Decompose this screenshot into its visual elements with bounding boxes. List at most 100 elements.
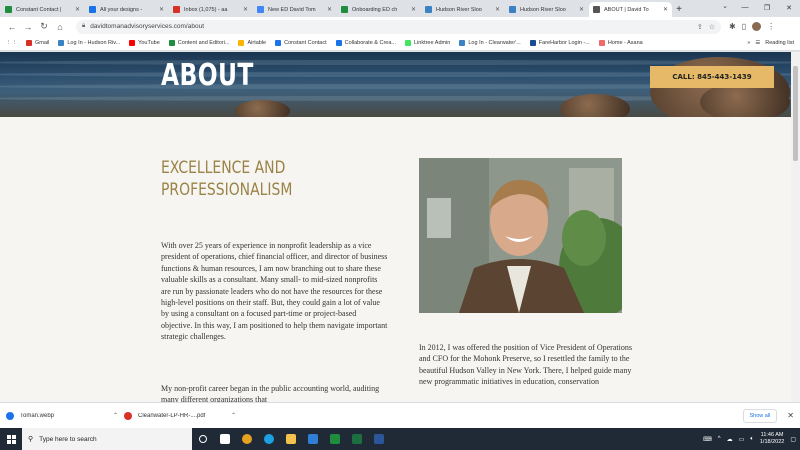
browser-tab[interactable]: All your designs - ✕: [85, 2, 168, 17]
extensions-icon[interactable]: ✱: [729, 22, 736, 31]
tab-close-icon[interactable]: ✕: [75, 6, 80, 13]
taskbar-search-placeholder: Type here to search: [39, 435, 97, 443]
profile-avatar[interactable]: [752, 22, 762, 31]
maximize-icon[interactable]: ❐: [756, 0, 778, 15]
clock-date: 1/18/2022: [759, 439, 785, 445]
tab-favicon-icon: [425, 6, 432, 13]
reload-icon[interactable]: ↻: [36, 21, 52, 32]
menu-kebab-icon[interactable]: ⋮: [767, 22, 775, 31]
start-button[interactable]: [0, 428, 22, 450]
download-item[interactable]: Toman.webp ⌃: [6, 411, 118, 420]
tab-title: All your designs -: [100, 6, 143, 13]
bookmark-item[interactable]: Airtable: [238, 40, 266, 46]
file-explorer-icon[interactable]: [280, 428, 302, 450]
scrollbar-thumb[interactable]: [793, 66, 798, 161]
body-paragraph: With over 25 years of experience in nonp…: [161, 241, 388, 342]
bookmark-item[interactable]: Gmail: [26, 40, 49, 46]
lock-icon[interactable]: 🔒︎: [82, 23, 85, 30]
more-bookmarks-icon[interactable]: »: [747, 40, 750, 46]
tab-close-icon[interactable]: ✕: [243, 6, 248, 13]
tab-favicon-icon: [89, 6, 96, 13]
bookmark-favicon-icon: [598, 40, 605, 46]
battery-icon[interactable]: ▭: [739, 436, 745, 443]
tab-favicon-icon: [5, 6, 12, 13]
volume-icon[interactable]: 🔈︎: [750, 436, 754, 443]
windows-taskbar: ⚲ Type here to search ⌨ ^ ☁ ▭ 🔈︎ 11:46 A…: [0, 428, 800, 450]
browser-tab-active[interactable]: ABOUT | David To ✕: [589, 2, 672, 17]
page-scrollbar[interactable]: [791, 52, 800, 402]
bookmark-label: Home - Asana: [607, 40, 643, 46]
address-bar[interactable]: 🔒︎ davidtomanadvisoryservices.com/about …: [76, 19, 721, 34]
bookmark-item[interactable]: Constant Contact: [275, 40, 327, 46]
bookmark-item[interactable]: Linktree Admin: [404, 40, 450, 46]
tab-favicon-icon: [509, 6, 516, 13]
bookmarks-bar: ⋮⋮ Gmail Log In - Hudson Riv... YouTube …: [0, 36, 800, 51]
bookmark-favicon-icon: [529, 40, 536, 46]
task-view-icon[interactable]: [214, 428, 236, 450]
tab-close-icon[interactable]: ✕: [327, 6, 332, 13]
keyboard-icon[interactable]: ⌨: [703, 436, 712, 443]
call-button[interactable]: CALL: 845-443-1439: [650, 66, 774, 88]
back-arrow-icon[interactable]: ←: [4, 22, 20, 32]
sidebar-icon[interactable]: ▯: [742, 22, 746, 31]
browser-tab[interactable]: Hudson River Sloo ✕: [505, 2, 588, 17]
chevron-up-icon[interactable]: ⌃: [231, 412, 236, 419]
network-icon[interactable]: ☁: [727, 436, 733, 443]
browser-toolbar: ← → ↻ ⌂ 🔒︎ davidtomanadvisoryservices.co…: [0, 17, 800, 36]
close-icon[interactable]: ✕: [787, 411, 794, 420]
tab-close-icon[interactable]: ✕: [411, 6, 416, 13]
minimize-icon[interactable]: —: [734, 0, 756, 15]
bookmark-favicon-icon: [129, 40, 136, 46]
mail-icon[interactable]: [302, 428, 324, 450]
bookmark-item[interactable]: Log In - Hudson Riv...: [58, 40, 120, 46]
home-icon[interactable]: ⌂: [52, 22, 68, 32]
body-paragraph: In 2012, I was offered the position of V…: [419, 343, 632, 387]
browser-tab[interactable]: Constant Contact | ✕: [1, 2, 84, 17]
bookmark-star-icon[interactable]: ☆: [709, 23, 715, 31]
tab-search-icon[interactable]: ⌄: [722, 2, 728, 10]
clock[interactable]: 11:46 AM 1/18/2022: [760, 432, 784, 446]
bookmark-item[interactable]: Log In - Clearwater'...: [459, 40, 521, 46]
tab-close-icon[interactable]: ✕: [663, 6, 668, 13]
reading-list-button[interactable]: » ☰ Reading list: [747, 40, 794, 46]
word-icon[interactable]: [368, 428, 390, 450]
bookmark-item[interactable]: FareHarbor Login -...: [529, 40, 590, 46]
apps-grid-icon[interactable]: ⋮⋮: [6, 40, 17, 46]
bookmark-item[interactable]: Content and Editori...: [168, 40, 229, 46]
tab-close-icon[interactable]: ✕: [159, 6, 164, 13]
tab-close-icon[interactable]: ✕: [579, 6, 584, 13]
chevron-up-icon[interactable]: ⌃: [113, 412, 118, 419]
sheets-icon[interactable]: [324, 428, 346, 450]
close-icon[interactable]: ✕: [778, 0, 800, 15]
edge-icon[interactable]: [258, 428, 280, 450]
show-all-button[interactable]: Show all: [742, 408, 778, 423]
tab-strip: Constant Contact | ✕ All your designs - ✕ …: [0, 0, 800, 17]
page-title: ABOUT: [161, 58, 254, 93]
bookmark-item[interactable]: Home - Asana: [598, 40, 643, 46]
tab-title: Inbox (1,075) - aa: [184, 6, 228, 13]
browser-tab[interactable]: Inbox (1,075) - aa ✕: [169, 2, 252, 17]
download-item[interactable]: Cleanwater-LP-HR-....pdf ⌃: [124, 411, 236, 420]
tab-title: ABOUT | David To: [604, 6, 649, 13]
bookmark-item[interactable]: Collaborate & Crea...: [335, 40, 396, 46]
forward-arrow-icon[interactable]: →: [20, 22, 36, 32]
cortana-icon[interactable]: [192, 428, 214, 450]
taskbar-search-box[interactable]: ⚲ Type here to search: [22, 428, 192, 450]
browser-tab[interactable]: Hudson River Sloo ✕: [421, 2, 504, 17]
browser-tab[interactable]: Onboarding ED ch ✕: [337, 2, 420, 17]
excel-icon[interactable]: [346, 428, 368, 450]
chevron-up-icon[interactable]: ^: [718, 436, 721, 442]
download-file-icon: [124, 411, 132, 420]
browser-tab[interactable]: New ED David Tom ✕: [253, 2, 336, 17]
download-file-icon: [6, 411, 14, 420]
chrome-icon[interactable]: [236, 428, 258, 450]
share-icon[interactable]: ⇪: [697, 23, 703, 31]
bookmark-label: Constant Contact: [284, 40, 327, 46]
new-tab-button[interactable]: +: [672, 2, 686, 17]
reading-list-label: Reading list: [765, 40, 794, 46]
tab-close-icon[interactable]: ✕: [495, 6, 500, 13]
notifications-icon[interactable]: ▢: [790, 436, 796, 443]
reading-list-icon: ☰: [755, 40, 761, 46]
bookmark-item[interactable]: YouTube: [129, 40, 160, 46]
tab-favicon-icon: [593, 6, 600, 13]
